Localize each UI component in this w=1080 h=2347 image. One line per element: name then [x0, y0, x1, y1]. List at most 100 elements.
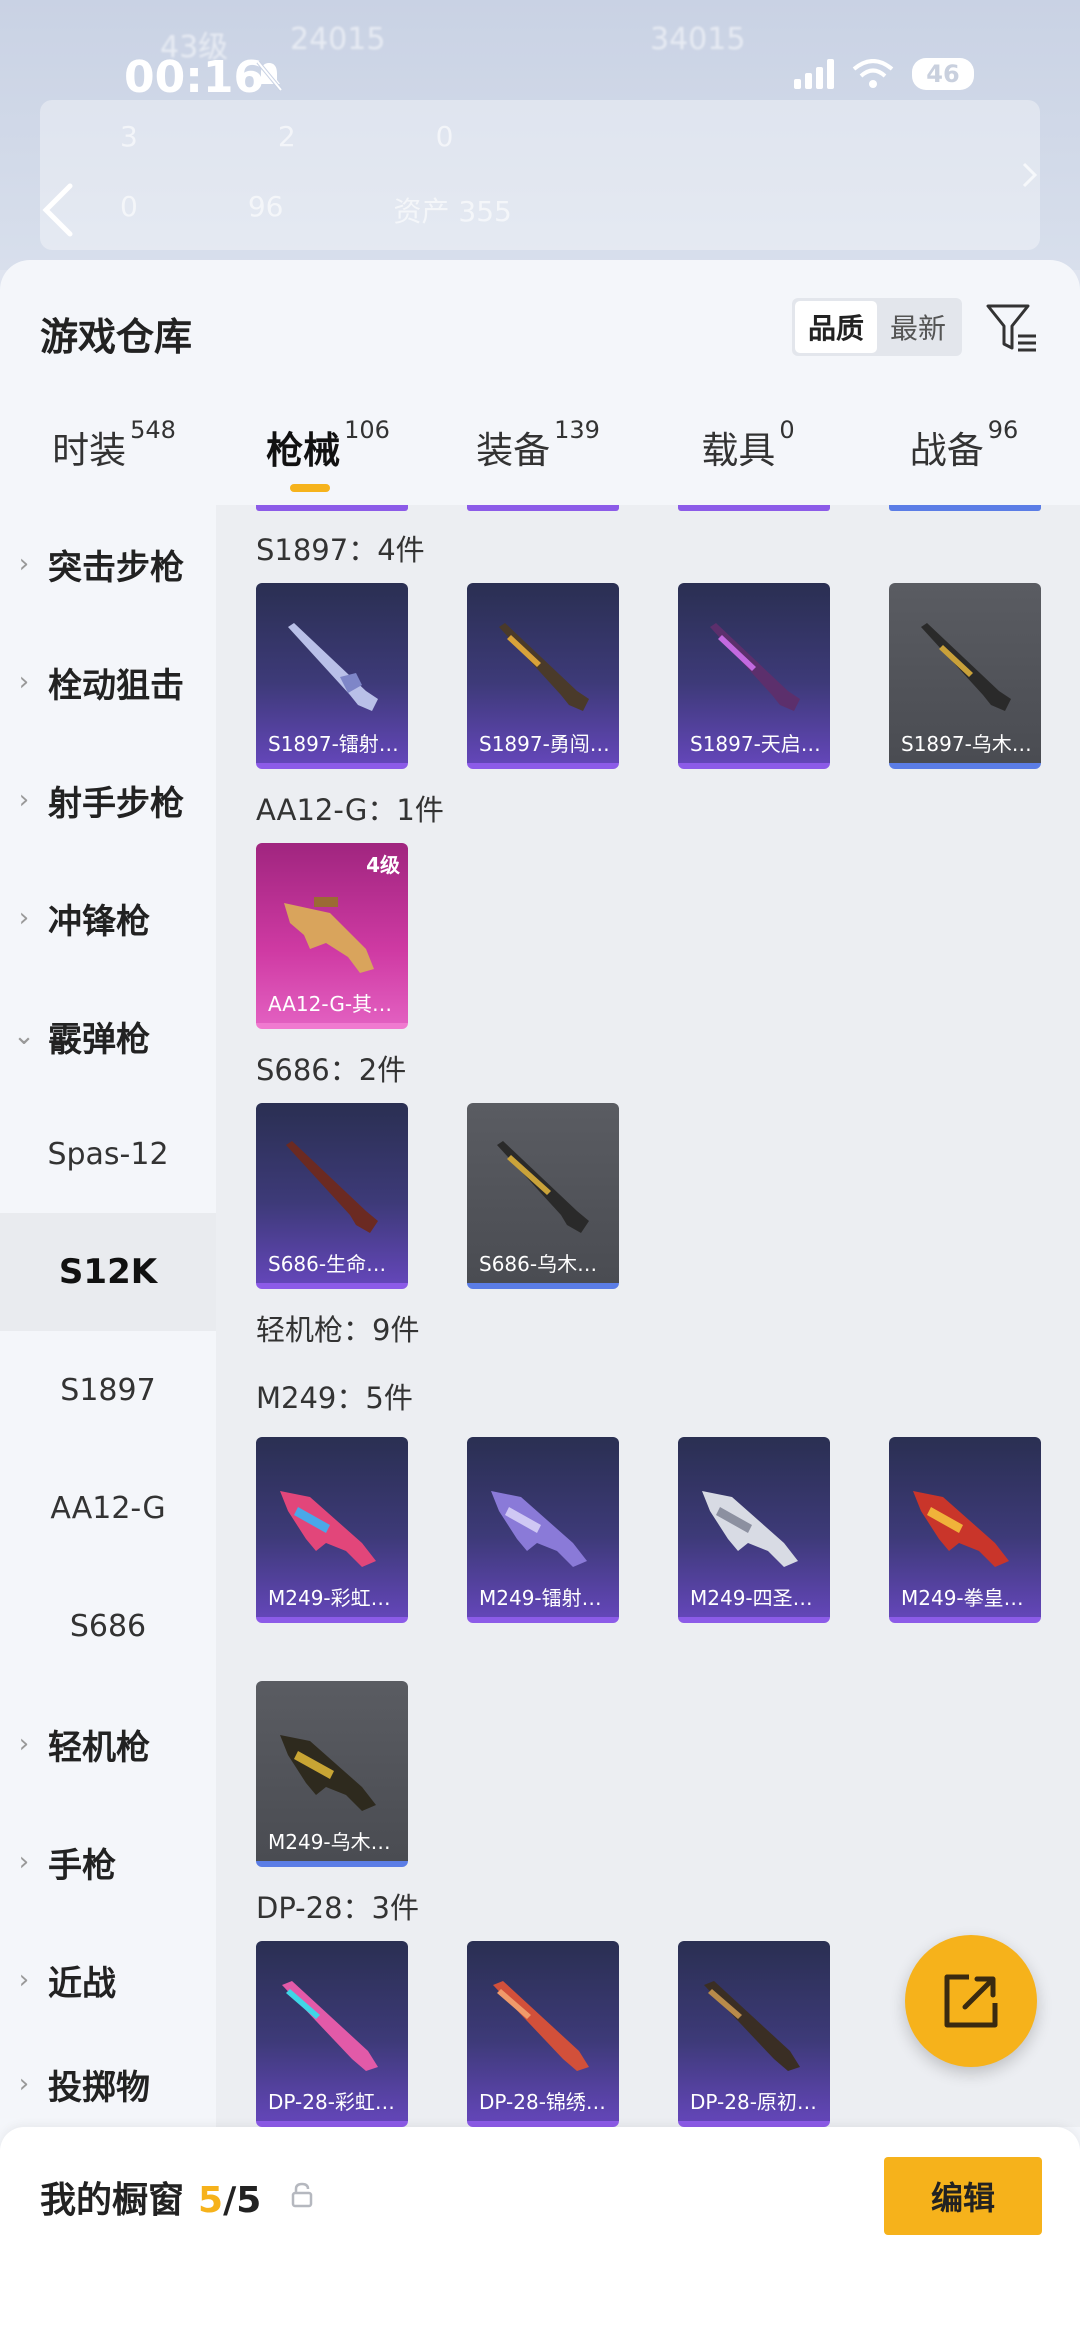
stats-row-2: 0 96 资产 355: [120, 190, 512, 230]
chevron-right-icon: ›: [18, 667, 30, 697]
shotgun-icon: [921, 623, 1011, 711]
points-text: 34015: [650, 22, 746, 57]
category-shotgun[interactable]: ⌄ 霰弹枪: [0, 977, 216, 1095]
category-throwable[interactable]: › 投掷物: [0, 2039, 216, 2129]
weapon-name: M249-拳皇…: [901, 1586, 1024, 1610]
share-button[interactable]: [905, 1935, 1037, 2067]
status-icons: 46: [794, 58, 974, 90]
weapon-card[interactable]: M249-四圣…: [678, 1437, 830, 1623]
battery-indicator: 46: [912, 58, 974, 90]
weapon-name: S686-生命…: [268, 1252, 387, 1276]
stat-c: 0: [435, 120, 454, 153]
tab-supplies[interactable]: 战备 96: [856, 416, 1072, 510]
stats-row-1: 3 2 0: [120, 120, 453, 153]
category-bolt-sniper[interactable]: › 栓动狙击: [0, 623, 216, 741]
scroll-edge-cards: [216, 505, 1080, 513]
category-tabs: 时装 548 枪械 106 装备 139 载具 0 战备 96: [0, 416, 1080, 510]
signal-icon: [794, 59, 834, 89]
weapon-name: S1897-勇闯…: [479, 732, 610, 756]
weapon-grid: S1897：4件 S1897-镭射… S1897-勇闯… S1897-天启… S…: [216, 505, 1080, 2127]
bell-muted-icon: [256, 60, 283, 92]
category-pistol[interactable]: › 手枪: [0, 1803, 216, 1921]
shotgun-icon: [499, 623, 589, 711]
weapon-name: S1897-乌木…: [901, 732, 1032, 756]
tab-fashion[interactable]: 时装 548: [6, 416, 222, 510]
chevron-right-icon: ›: [18, 549, 30, 579]
showcase-total: /5: [223, 2180, 262, 2221]
group-header-s1897: S1897：4件: [256, 533, 425, 567]
lock-icon: [291, 2182, 313, 2208]
tab-active-indicator: [290, 484, 330, 492]
weapon-name: M249-乌木…: [268, 1830, 391, 1854]
machine-gun-icon: [282, 1981, 378, 2071]
weapon-card[interactable]: S1897-乌木…: [889, 583, 1041, 769]
share-icon: [944, 1974, 998, 2028]
edit-button[interactable]: 编辑: [884, 2157, 1042, 2235]
weapon-card[interactable]: DP-28-彩虹…: [256, 1941, 408, 2127]
weapon-category-list: › 突击步枪 › 栓动狙击 › 射手步枪 › 冲锋枪 ⌄ 霰弹枪 Spas-12 S12K…: [0, 505, 216, 2108]
filter-icon[interactable]: [984, 300, 1040, 356]
weapon-name: S1897-天启…: [690, 732, 821, 756]
weapon-card[interactable]: S1897-勇闯…: [467, 583, 619, 769]
weapon-card[interactable]: M249-彩虹…: [256, 1437, 408, 1623]
weapon-card[interactable]: DP-28-原初…: [678, 1941, 830, 2127]
category-marksman-rifle[interactable]: › 射手步枪: [0, 741, 216, 859]
sort-toggle: 品质 最新: [792, 298, 962, 356]
machine-gun-icon: [704, 1981, 800, 2071]
weapon-name: M249-彩虹…: [268, 1586, 391, 1610]
wifi-icon: [852, 59, 894, 88]
subcategory-aa12g[interactable]: AA12-G: [0, 1449, 216, 1567]
weapon-name: M249-镭射…: [479, 1586, 602, 1610]
status-time: 00:16: [124, 52, 265, 103]
machine-gun-icon: [913, 1491, 1009, 1567]
shotgun-icon: [286, 1141, 378, 1233]
machine-gun-icon: [491, 1491, 587, 1567]
weapon-card[interactable]: DP-28-锦绣…: [467, 1941, 619, 2127]
sort-newest-button[interactable]: 最新: [877, 301, 959, 353]
group-header-lmg: 轻机枪：9件: [256, 1313, 420, 1347]
group-header-m249: M249：5件: [256, 1381, 413, 1415]
weapon-card[interactable]: M249-镭射…: [467, 1437, 619, 1623]
group-header-dp28: DP-28：3件: [256, 1891, 419, 1925]
sort-quality-button[interactable]: 品质: [795, 301, 877, 353]
machine-gun-icon: [702, 1491, 798, 1567]
subcategory-spas12[interactable]: Spas-12: [0, 1095, 216, 1213]
category-melee[interactable]: › 近战: [0, 1921, 216, 2039]
weapon-name: DP-28-彩虹…: [268, 2090, 395, 2114]
category-smg[interactable]: › 冲锋枪: [0, 859, 216, 977]
stat-d: 0: [120, 190, 138, 223]
page-title: 游戏仓库: [40, 315, 193, 359]
weapon-card[interactable]: S1897-天启…: [678, 583, 830, 769]
subcategory-s12k[interactable]: S12K: [0, 1213, 216, 1331]
weapon-card[interactable]: M249-乌木…: [256, 1681, 408, 1867]
weapon-card[interactable]: M249-拳皇…: [889, 1437, 1041, 1623]
shotgun-icon: [284, 897, 374, 973]
stat-b: 2: [277, 120, 296, 153]
back-button[interactable]: [36, 180, 80, 240]
weapon-card[interactable]: S1897-镭射…: [256, 583, 408, 769]
subcategory-s686[interactable]: S686: [0, 1567, 216, 1685]
profile-backdrop: 43级 24015 34015 3 2 0 0 96 资产 355: [0, 0, 1080, 270]
group-header-aa12g: AA12-G：1件: [256, 793, 444, 827]
category-lmg[interactable]: › 轻机枪: [0, 1685, 216, 1803]
weapon-name: DP-28-原初…: [690, 2090, 817, 2114]
machine-gun-icon: [493, 1981, 589, 2071]
subcategory-s1897[interactable]: S1897: [0, 1331, 216, 1449]
machine-gun-icon: [280, 1735, 376, 1811]
coins-text: 24015: [290, 22, 386, 57]
tab-vehicles[interactable]: 载具 0: [640, 416, 856, 510]
showcase-bar: 我的橱窗 5/5 编辑: [0, 2127, 1080, 2347]
category-assault-rifle[interactable]: › 突击步枪: [0, 505, 216, 623]
weapon-card[interactable]: S686-生命…: [256, 1103, 408, 1289]
weapon-name: DP-28-锦绣…: [479, 2090, 606, 2114]
chevron-right-icon: [1022, 162, 1038, 188]
weapon-card[interactable]: S686-乌木…: [467, 1103, 619, 1289]
stat-a: 3: [120, 120, 138, 153]
weapon-card[interactable]: 4级 AA12-G-其…: [256, 843, 408, 1029]
tab-equipment[interactable]: 装备 139: [430, 416, 646, 510]
weapon-name: S686-乌木…: [479, 1252, 598, 1276]
chevron-right-icon: ›: [18, 903, 30, 933]
tab-firearms[interactable]: 枪械 106: [220, 416, 436, 510]
shotgun-icon: [288, 623, 378, 711]
chevron-right-icon: ›: [18, 1847, 30, 1877]
